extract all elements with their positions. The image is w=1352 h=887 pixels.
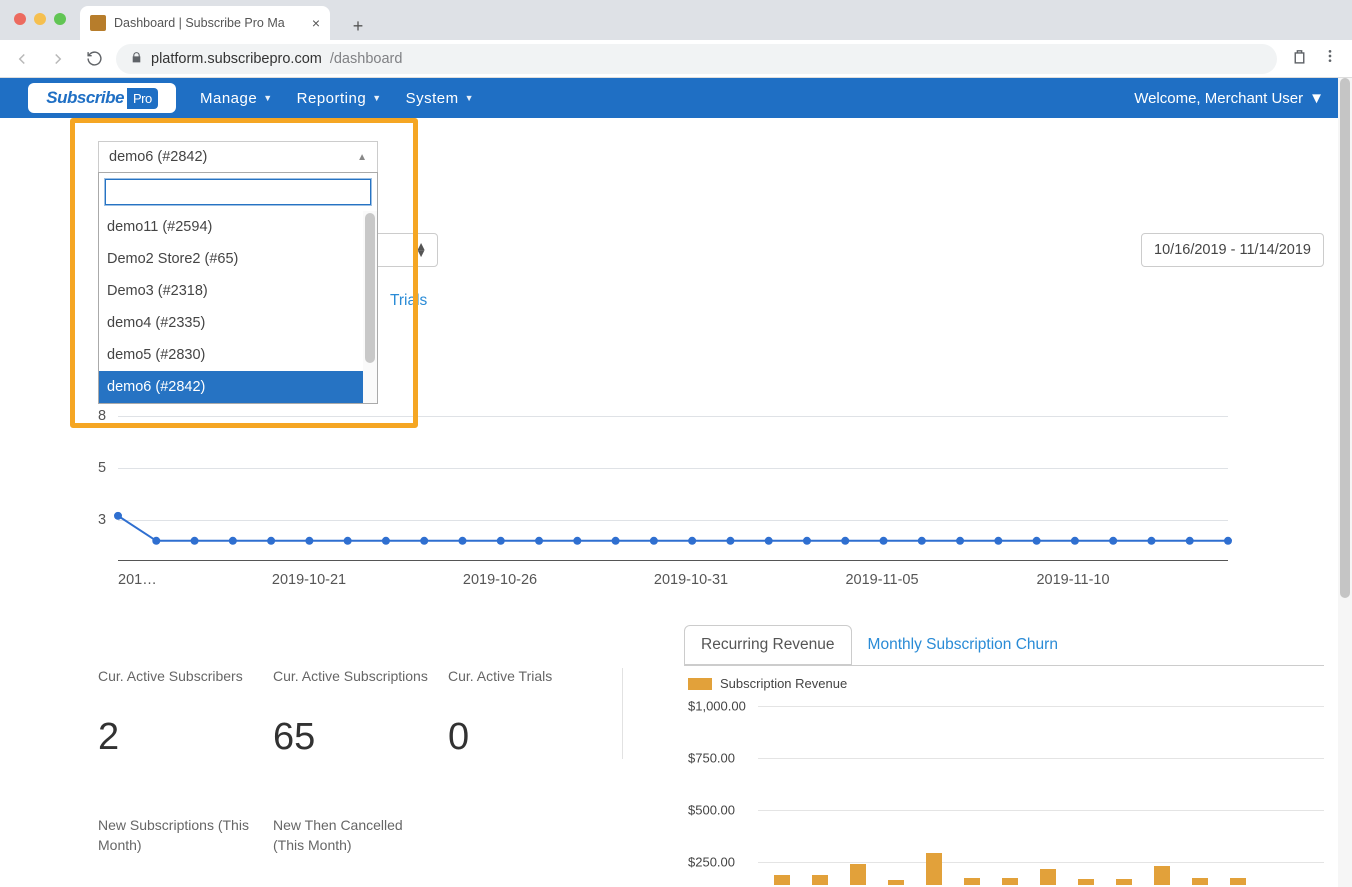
revenue-bar (774, 875, 790, 885)
browser-toolbar: platform.subscribepro.com/dashboard (0, 40, 1352, 78)
x-tick-label: 2019-10-21 (272, 572, 346, 588)
caret-down-icon: ▼ (263, 93, 272, 103)
x-tick-label: 201… (118, 572, 157, 588)
tab-trials[interactable]: Trials (390, 292, 427, 310)
address-bar[interactable]: platform.subscribepro.com/dashboard (116, 44, 1277, 74)
dropdown-scroll-thumb[interactable] (365, 213, 375, 363)
stats-row-2: New Subscriptions (This Month) New Then … (98, 815, 448, 856)
dropdown-option[interactable]: Demo3 (#2318) (99, 275, 377, 307)
x-axis (118, 560, 1228, 561)
tab-monthly-churn[interactable]: Monthly Subscription Churn (852, 625, 1074, 665)
legend-label: Subscription Revenue (720, 676, 847, 691)
tab-favicon-icon (90, 15, 106, 31)
dropdown-options: demo11 (#2594) Demo2 Store2 (#65) Demo3 … (99, 211, 377, 403)
browser-tab[interactable]: Dashboard | Subscribe Pro Ma × (80, 6, 330, 40)
new-tab-button[interactable]: + (344, 12, 372, 40)
select-caret-up-icon: ▲ (357, 152, 367, 163)
x-tick-label: 2019-11-10 (1036, 572, 1109, 588)
url-host: platform.subscribepro.com (151, 51, 322, 67)
x-tick-label: 2019-10-26 (463, 572, 537, 588)
x-tick-label: 2019-10-31 (654, 572, 728, 588)
revenue-tabs: Recurring Revenue Monthly Subscription C… (684, 625, 1074, 665)
recurring-revenue-chart: Subscription Revenue $1,000.00 $750.00 $… (684, 665, 1324, 885)
stat-new-subscriptions: New Subscriptions (This Month) (98, 815, 273, 856)
tab-title: Dashboard | Subscribe Pro Ma (114, 16, 304, 30)
stepper-icon: ▲▼ (415, 243, 427, 257)
revenue-bars (774, 735, 1324, 885)
browser-menu-icon[interactable] (1322, 48, 1338, 69)
y-tick-label: 3 (98, 512, 106, 528)
brand-logo[interactable]: SubscribePro (28, 83, 176, 113)
revenue-bar (926, 853, 942, 885)
minimize-window-icon[interactable] (34, 13, 46, 25)
dropdown-search-input[interactable] (105, 179, 371, 205)
revenue-bar (1154, 866, 1170, 885)
y-tick-label: 8 (98, 408, 106, 424)
browser-tabbar: Dashboard | Subscribe Pro Ma × + (0, 0, 1352, 40)
dropdown-search-wrap (99, 173, 377, 211)
revenue-bar (1078, 879, 1094, 885)
reload-button[interactable] (80, 45, 108, 73)
revenue-bar (888, 880, 904, 885)
stats-row: Cur. Active Subscribers 2 Cur. Active Su… (98, 668, 623, 759)
nav-reporting[interactable]: Reporting▼ (297, 90, 382, 107)
dropdown-scrollbar[interactable] (363, 211, 377, 403)
dropdown-option-selected[interactable]: demo6 (#2842) (99, 371, 377, 403)
rev-y-tick: $500.00 (688, 803, 735, 818)
forward-button[interactable] (44, 45, 72, 73)
maximize-window-icon[interactable] (54, 13, 66, 25)
dropdown-option[interactable]: demo11 (#2594) (99, 211, 377, 243)
rev-y-tick: $1,000.00 (688, 699, 746, 714)
page-scrollbar[interactable] (1338, 78, 1352, 887)
caret-down-icon: ▼ (372, 93, 381, 103)
revenue-bar (1040, 869, 1056, 885)
date-range-value: 10/16/2019 - 11/14/2019 (1154, 242, 1311, 258)
app-navbar: SubscribePro Manage▼ Reporting▼ System▼ … (0, 78, 1352, 118)
revenue-legend: Subscription Revenue (688, 676, 1324, 691)
legend-swatch-icon (688, 678, 712, 690)
revenue-bar (1192, 878, 1208, 885)
user-menu[interactable]: Welcome, Merchant User▼ (1134, 90, 1324, 107)
nav-system[interactable]: System▼ (406, 90, 474, 107)
scroll-thumb[interactable] (1340, 78, 1350, 598)
dropdown-option[interactable]: Demo2 Store2 (#65) (99, 243, 377, 275)
date-range-picker[interactable]: 10/16/2019 - 11/14/2019 (1141, 233, 1324, 267)
url-path: /dashboard (330, 51, 403, 67)
revenue-bar (812, 875, 828, 885)
environment-dropdown-panel: demo11 (#2594) Demo2 Store2 (#65) Demo3 … (98, 172, 378, 404)
window-controls (14, 13, 66, 25)
stat-active-trials: Cur. Active Trials 0 (448, 668, 623, 759)
dropdown-option[interactable]: demo5 (#2830) (99, 339, 377, 371)
close-window-icon[interactable] (14, 13, 26, 25)
revenue-bar (1230, 878, 1246, 885)
tab-recurring-revenue[interactable]: Recurring Revenue (684, 625, 852, 665)
stat-active-subscriptions: Cur. Active Subscriptions 65 (273, 668, 448, 759)
revenue-bar (964, 878, 980, 885)
gridline (758, 706, 1324, 707)
browser-right-controls (1285, 48, 1344, 70)
dropdown-option[interactable]: demo4 (#2335) (99, 307, 377, 339)
x-tick-label: 2019-11-05 (845, 572, 918, 588)
environment-select[interactable]: demo6 (#2842) ▲ (98, 141, 378, 173)
y-tick-label: 5 (98, 460, 106, 476)
revenue-bar (1002, 878, 1018, 885)
browser-window: Dashboard | Subscribe Pro Ma × + platfor… (0, 0, 1352, 887)
stat-new-then-cancelled: New Then Cancelled (This Month) (273, 815, 448, 856)
revenue-bar (1116, 879, 1132, 885)
environment-select-value: demo6 (#2842) (109, 149, 207, 165)
stat-active-subscribers: Cur. Active Subscribers 2 (98, 668, 273, 759)
caret-down-icon: ▼ (1309, 90, 1324, 107)
back-button[interactable] (8, 45, 36, 73)
rev-y-tick: $750.00 (688, 751, 735, 766)
nav-manage[interactable]: Manage▼ (200, 90, 273, 107)
revenue-bar (850, 864, 866, 885)
extensions-icon[interactable] (1291, 48, 1308, 70)
caret-down-icon: ▼ (465, 93, 474, 103)
rev-y-tick: $250.00 (688, 855, 735, 870)
tab-close-icon[interactable]: × (312, 15, 320, 31)
lock-icon (130, 51, 143, 67)
